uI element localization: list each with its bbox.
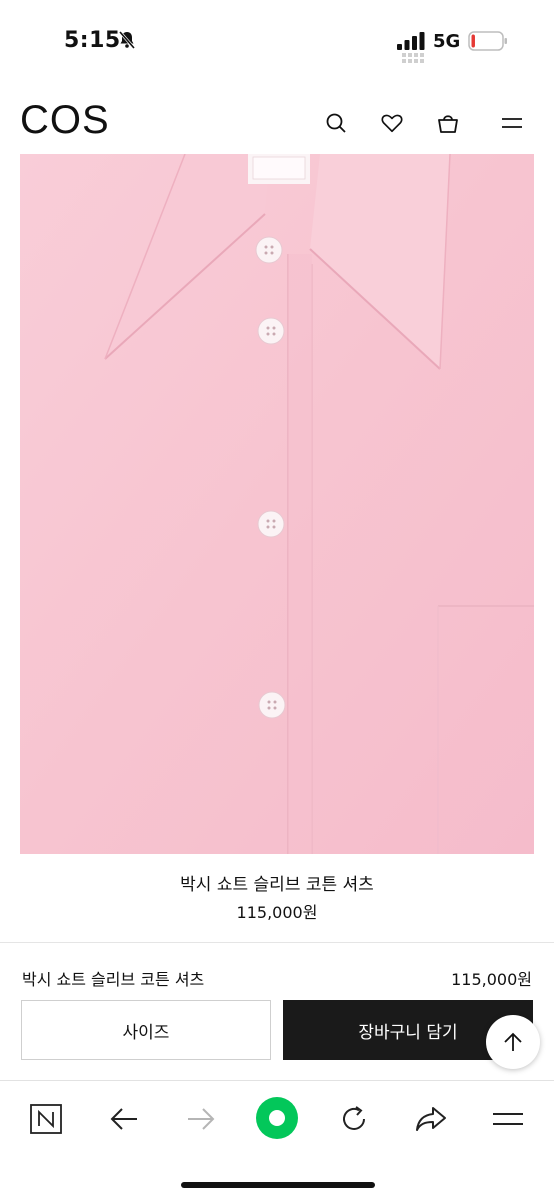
search-icon[interactable]: [323, 110, 349, 136]
signal-icon: [397, 32, 425, 50]
sticky-product-name: 박시 쇼트 슬리브 코튼 셔츠: [22, 970, 205, 989]
naver-n-icon[interactable]: [26, 1099, 66, 1139]
green-home-button[interactable]: [255, 1096, 299, 1140]
battery-icon: [468, 31, 507, 51]
browser-toolbar: [0, 1080, 554, 1200]
sticky-product-price: 115,000원: [451, 970, 532, 989]
brand-logo[interactable]: COS: [20, 98, 110, 143]
pink-shirt-image: [20, 154, 534, 854]
forward-arrow-icon[interactable]: [181, 1099, 221, 1139]
shopping-bag-icon[interactable]: [435, 110, 461, 136]
network-label: 5G: [433, 31, 461, 52]
reload-icon[interactable]: [334, 1099, 374, 1139]
menu-icon[interactable]: [499, 110, 525, 136]
heart-icon[interactable]: [379, 110, 405, 136]
size-button[interactable]: 사이즈: [21, 1000, 271, 1060]
bell-slash-icon: [118, 31, 136, 49]
product-title: 박시 쇼트 슬리브 코튼 셔츠: [180, 875, 374, 895]
scroll-to-top-button[interactable]: [486, 1015, 540, 1069]
product-price: 115,000원: [236, 903, 318, 922]
status-bar: 5:15 5G: [0, 0, 554, 70]
divider: [0, 942, 554, 943]
share-icon[interactable]: [411, 1099, 451, 1139]
menu-icon[interactable]: [488, 1099, 528, 1139]
product-image[interactable]: [20, 154, 534, 854]
home-indicator: [181, 1182, 375, 1188]
dots-icon: [402, 53, 424, 63]
site-header: COS: [0, 90, 554, 154]
status-time: 5:15: [64, 28, 121, 53]
arrow-up-icon: [504, 1032, 522, 1051]
back-arrow-icon[interactable]: [104, 1099, 144, 1139]
